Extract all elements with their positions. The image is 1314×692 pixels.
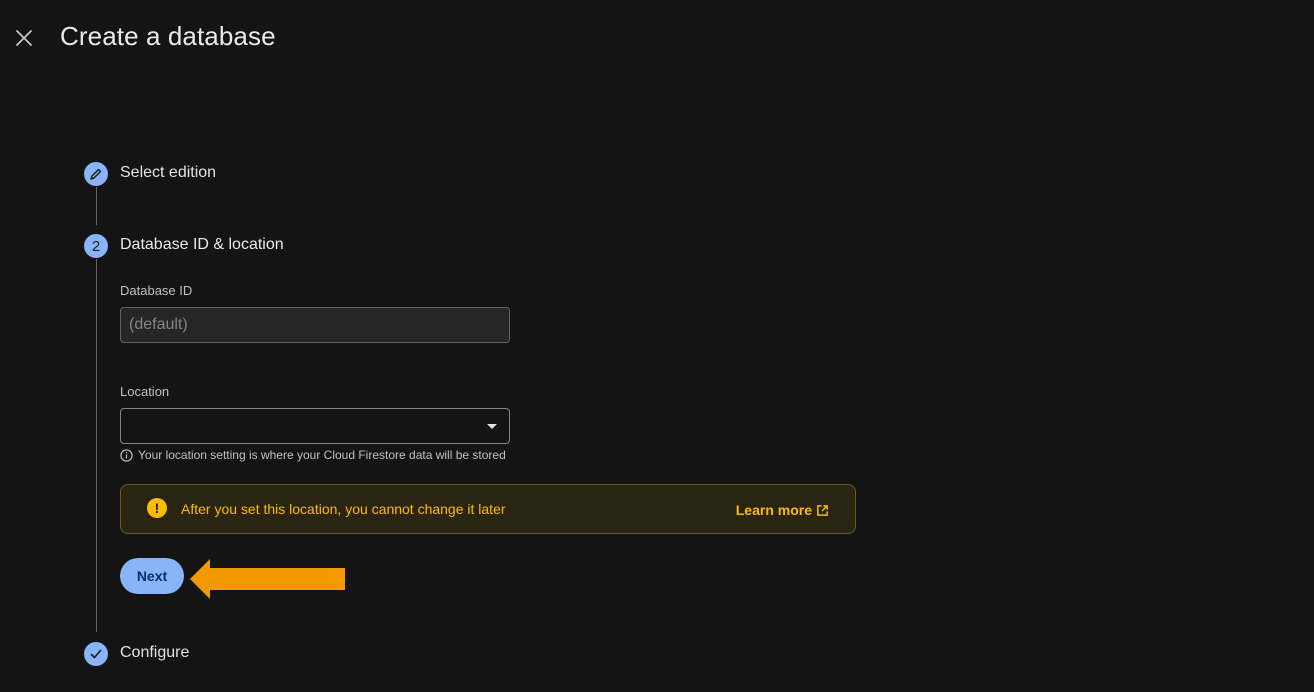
location-hint-text: Your location setting is where your Clou… — [138, 448, 506, 462]
warning-text: After you set this location, you cannot … — [181, 501, 506, 517]
external-link-icon — [817, 504, 828, 516]
close-button[interactable] — [10, 24, 38, 52]
check-icon — [90, 649, 102, 659]
step-number: 2 — [91, 237, 101, 255]
database-id-input[interactable] — [120, 307, 510, 343]
create-database-page: Create a database Select edition 2 Datab… — [0, 0, 1314, 692]
close-icon — [16, 30, 32, 46]
step-indicator-configure — [84, 642, 108, 666]
pencil-icon — [90, 168, 102, 180]
stepper-connector — [96, 187, 97, 225]
location-select[interactable] — [120, 408, 510, 444]
caret-down-icon — [487, 424, 497, 429]
arrow-left-icon — [190, 559, 345, 599]
next-button[interactable]: Next — [120, 558, 184, 594]
step-indicator-select-edition — [84, 162, 108, 186]
location-hint: Your location setting is where your Clou… — [120, 448, 506, 462]
database-id-label: Database ID — [120, 283, 193, 298]
page-title: Create a database — [60, 21, 276, 51]
location-warning-banner: ! After you set this location, you canno… — [120, 484, 856, 534]
location-label: Location — [120, 384, 170, 399]
learn-more-link[interactable]: Learn more — [736, 502, 829, 518]
stepper-connector — [96, 259, 97, 632]
step-label-select-edition[interactable]: Select edition — [120, 164, 216, 182]
warning-icon: ! — [147, 498, 167, 518]
step-label-database-id-location: Database ID & location — [120, 236, 284, 253]
step-indicator-database-id-location: 2 — [84, 234, 108, 258]
info-icon — [120, 448, 133, 462]
learn-more-label: Learn more — [735, 502, 812, 518]
step-label-configure[interactable]: Configure — [120, 644, 189, 662]
